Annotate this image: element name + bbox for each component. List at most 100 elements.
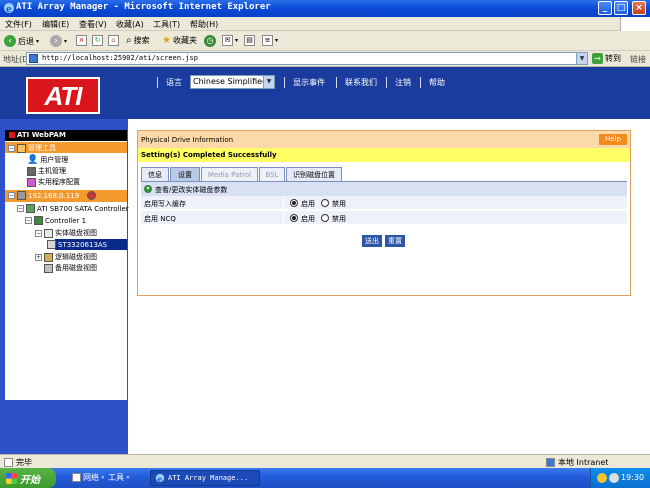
- tree-root[interactable]: ATI WebPAM: [9, 131, 66, 139]
- controller-icon: [34, 216, 43, 225]
- ncq-disable-label: 禁用: [332, 215, 346, 223]
- window-titlebar: e ATI Array Manager - Microsoft Internet…: [0, 0, 650, 17]
- user-icon: 👤: [27, 155, 39, 165]
- address-dropdown[interactable]: ▼: [576, 52, 588, 65]
- ncq-enable-radio[interactable]: [290, 214, 298, 222]
- menu-tools[interactable]: 工具(T): [153, 19, 180, 30]
- history-icon: ◷: [204, 35, 216, 47]
- history-button[interactable]: ◷: [204, 35, 216, 47]
- clock: 19:30: [621, 473, 645, 482]
- print-button[interactable]: ▤: [244, 35, 255, 46]
- print-icon: ▤: [244, 35, 255, 46]
- panel-title: Physical Drive Information: [141, 136, 234, 144]
- links-button[interactable]: 链接: [630, 54, 646, 65]
- ie-icon: e: [4, 3, 14, 14]
- start-button[interactable]: 开始: [0, 468, 56, 488]
- help-button[interactable]: Help: [599, 134, 627, 145]
- taskbar-tools[interactable]: 工具»: [108, 472, 130, 483]
- tree-admin-tools[interactable]: − 管理工具: [8, 143, 56, 153]
- tab-settings[interactable]: 设置: [170, 167, 200, 181]
- tree-user-mgmt[interactable]: 👤 用户管理: [27, 155, 68, 165]
- address-input[interactable]: http://localhost:25902/ati/screen.jsp: [26, 52, 588, 65]
- expand-icon: +: [35, 253, 42, 261]
- taskbar-ie-window[interactable]: e ATI Array Manage...: [150, 470, 260, 486]
- language-select[interactable]: Chinese Simplified ▼: [190, 75, 275, 89]
- menu-favorites[interactable]: 收藏(A): [116, 19, 144, 30]
- window-title: ATI Array Manager - Microsoft Internet E…: [16, 2, 271, 12]
- collapse-icon: −: [17, 205, 24, 212]
- taskbar-network[interactable]: 网络»: [72, 472, 105, 483]
- svg-text:e: e: [158, 474, 163, 483]
- windows-flag-icon: [6, 472, 17, 484]
- physical-drive-panel: Physical Drive Information Help Setting(…: [137, 130, 631, 296]
- tree-logical-view[interactable]: + 逻辑磁盘视图: [35, 252, 97, 262]
- spare-disk-icon: [44, 263, 53, 273]
- expand-circle-icon: ▾: [144, 185, 152, 193]
- chevron-down-icon: ▼: [263, 76, 274, 88]
- tree-controller-1[interactable]: − Controller 1: [25, 216, 86, 225]
- mail-button[interactable]: ✉ ▾: [222, 35, 238, 46]
- write-cache-enable-radio[interactable]: [290, 199, 298, 207]
- alert-icon: [87, 191, 97, 200]
- computer-icon: [17, 191, 26, 200]
- go-button[interactable]: → 转到: [592, 53, 621, 64]
- tab-locate-disk[interactable]: 识别磁盘位置: [286, 167, 342, 181]
- home-button[interactable]: ⌂: [108, 35, 119, 46]
- drive-icon: [47, 240, 56, 249]
- nav-help[interactable]: 帮助: [429, 77, 445, 88]
- star-icon: ★: [162, 35, 171, 46]
- tab-info[interactable]: 信息: [141, 167, 169, 181]
- nav-logout[interactable]: 注销: [395, 77, 411, 88]
- ncq-label: 启用 NCQ: [144, 215, 176, 223]
- zone-text: 本地 Intranet: [558, 458, 609, 467]
- host-icon: [27, 166, 36, 176]
- menu-edit[interactable]: 编辑(E): [42, 19, 69, 30]
- tree-host-mgmt[interactable]: 主机管理: [27, 166, 66, 176]
- menu-file[interactable]: 文件(F): [5, 19, 32, 30]
- collapse-icon: −: [25, 217, 32, 224]
- tree-drive[interactable]: ST3320613AS: [47, 240, 107, 249]
- page-done-icon: [4, 458, 13, 467]
- nav-contact-us[interactable]: 联系我们: [345, 77, 377, 88]
- menu-help[interactable]: 帮助(H): [190, 19, 218, 30]
- tray-icon[interactable]: [597, 473, 607, 483]
- ncq-disable-radio[interactable]: [321, 214, 329, 222]
- close-button[interactable]: ×: [632, 1, 646, 15]
- refresh-button[interactable]: ↻: [92, 35, 103, 46]
- tree-physical-view[interactable]: − 实体磁盘视图: [35, 228, 97, 238]
- forward-button[interactable]: › ▾: [50, 35, 67, 47]
- forward-arrow-icon: ›: [50, 35, 62, 47]
- go-arrow-icon: →: [592, 53, 603, 64]
- refresh-icon: ↻: [92, 35, 103, 46]
- home-icon: ⌂: [108, 35, 119, 46]
- maximize-button[interactable]: □: [614, 1, 628, 15]
- app-header: ATI 语言 Chinese Simplified ▼ 显示事件 联系我们 注销…: [0, 67, 650, 119]
- stop-button[interactable]: ×: [76, 35, 87, 46]
- nav-show-events[interactable]: 显示事件: [293, 77, 325, 88]
- tree-host-ip[interactable]: − 192.168.0.119: [8, 191, 97, 200]
- favorites-button[interactable]: ★ 收藏夹: [162, 35, 197, 46]
- write-cache-enable-label: 启用: [301, 200, 315, 208]
- panel-titlebar: Physical Drive Information Help: [138, 131, 630, 148]
- minimize-button[interactable]: _: [598, 1, 612, 15]
- mail-icon: ✉: [222, 35, 233, 46]
- tree-utility-config[interactable]: 实用程序配置: [27, 177, 80, 187]
- tree-spare-view[interactable]: 备用磁盘视图: [44, 263, 97, 273]
- logical-disk-icon: [44, 252, 53, 262]
- submit-button[interactable]: 送出: [362, 235, 382, 247]
- tree-controller-sata[interactable]: − ATI SB700 SATA Controller: [17, 204, 129, 213]
- write-cache-disable-radio[interactable]: [321, 199, 329, 207]
- back-button[interactable]: ‹ 后退 ▾: [4, 35, 39, 47]
- menu-view[interactable]: 查看(V): [79, 19, 107, 30]
- ncq-enable-label: 启用: [301, 215, 315, 223]
- reset-button[interactable]: 重置: [385, 235, 405, 247]
- search-button[interactable]: ⌕ 搜索: [126, 35, 150, 46]
- tab-media-patrol: Media Patrol: [201, 167, 258, 181]
- taskbar: 开始 网络» 工具» e ATI Array Manage... 19:30: [0, 468, 650, 488]
- tray-icon[interactable]: [609, 473, 619, 483]
- edit-page-button[interactable]: ≡ ▾: [262, 35, 278, 46]
- row-ncq: 启用 NCQ 启用 禁用: [141, 211, 627, 225]
- section-header: ▾ 查看/更改实体磁盘参数: [141, 182, 627, 196]
- ati-small-icon: [9, 132, 15, 138]
- sidebar: ATI WebPAM − 管理工具 👤 用户管理 主机管理 实用程序配置 − 1…: [0, 119, 129, 454]
